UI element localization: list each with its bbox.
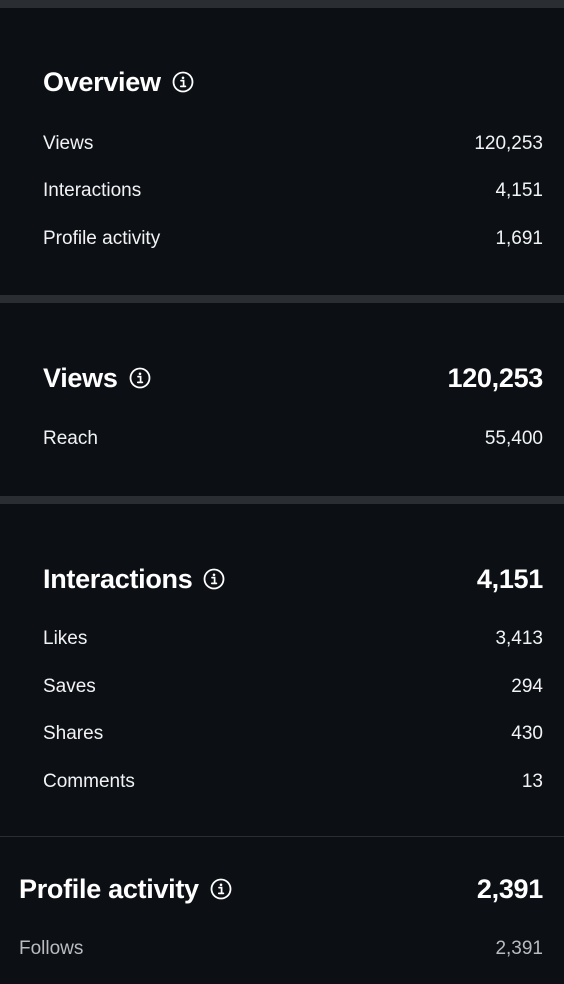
info-icon[interactable] [203, 568, 225, 590]
interactions-row-comments: Comments 13 [43, 768, 543, 796]
views-total: 120,253 [447, 362, 544, 393]
info-icon[interactable] [210, 878, 232, 900]
stat-value: 120,253 [474, 133, 543, 154]
stat-value: 1,691 [495, 228, 543, 249]
section-divider [0, 0, 564, 8]
stat-value: 55,400 [484, 428, 543, 449]
interactions-total: 4,151 [476, 563, 543, 594]
views-row-reach: Reach 55,400 [43, 425, 543, 453]
overview-title: Overview [43, 66, 161, 97]
profile-activity-header: Profile activity 2,391 [19, 869, 543, 909]
stat-value: 3,413 [495, 628, 543, 649]
stat-label: Interactions [43, 180, 142, 201]
stat-label: Likes [43, 628, 88, 649]
overview-row-interactions: Interactions 4,151 [43, 177, 543, 205]
stat-label: Follows [19, 938, 84, 959]
stat-label: Comments [43, 771, 135, 792]
stat-value: 294 [511, 676, 543, 697]
info-icon[interactable] [129, 367, 151, 389]
interactions-row-saves: Saves 294 [43, 673, 543, 701]
section-divider [0, 496, 564, 504]
info-icon[interactable] [172, 71, 194, 93]
overview-row-views: Views 120,253 [43, 130, 543, 158]
stat-value: 430 [511, 723, 543, 744]
stat-value: 2,391 [495, 938, 543, 959]
stat-label: Profile activity [43, 228, 161, 249]
overview-header: Overview [43, 62, 543, 102]
stat-label: Views [43, 133, 94, 154]
interactions-title: Interactions [43, 563, 193, 594]
interactions-header: Interactions 4,151 [43, 559, 543, 599]
profile-activity-row-follows: Follows 2,391 [19, 935, 543, 963]
stat-label: Saves [43, 676, 96, 697]
profile-activity-title: Profile activity [19, 873, 199, 904]
views-header: Views 120,253 [43, 358, 543, 398]
section-divider [0, 836, 564, 837]
interactions-row-likes: Likes 3,413 [43, 625, 543, 653]
profile-activity-total: 2,391 [476, 873, 543, 904]
stat-value: 13 [521, 771, 543, 792]
section-divider [0, 295, 564, 303]
views-title: Views [43, 362, 118, 393]
stat-label: Shares [43, 723, 104, 744]
stat-value: 4,151 [495, 180, 543, 201]
overview-row-profile-activity: Profile activity 1,691 [43, 225, 543, 253]
stat-label: Reach [43, 428, 98, 449]
interactions-row-shares: Shares 430 [43, 720, 543, 748]
